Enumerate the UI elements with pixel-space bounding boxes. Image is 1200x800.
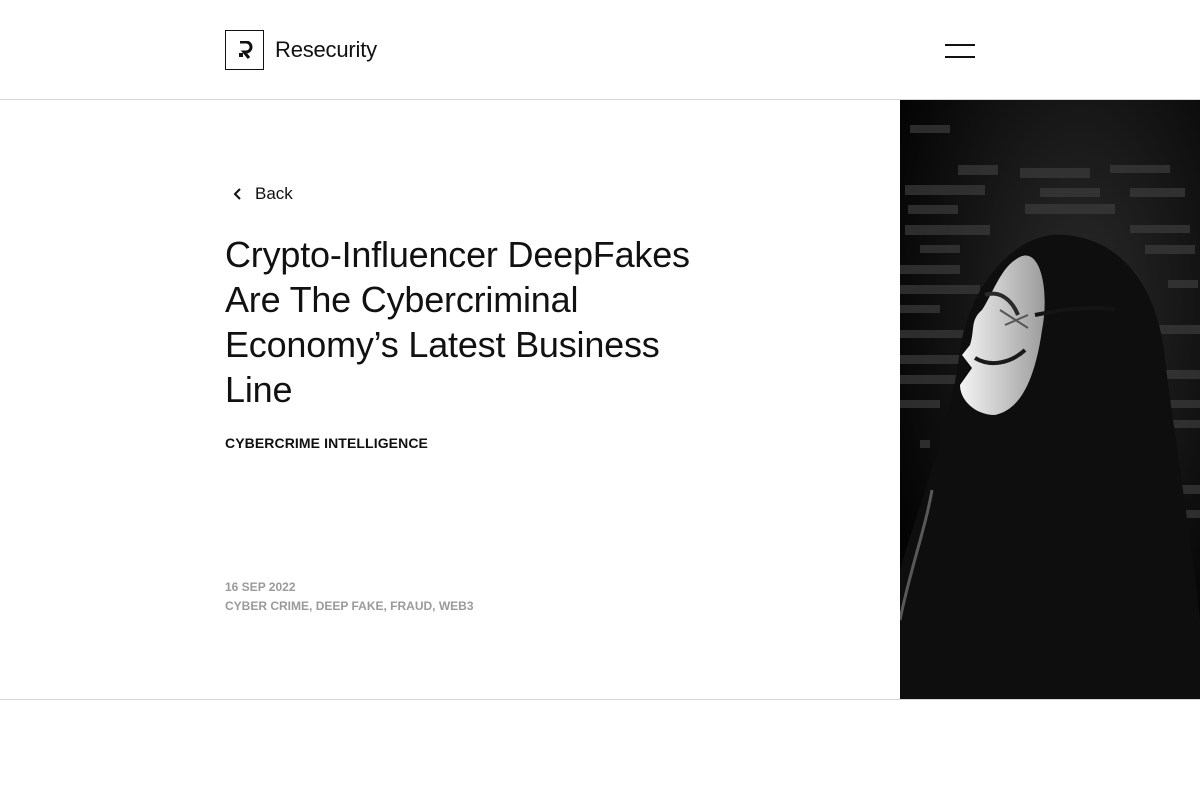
hooded-figure-with-mask-image — [900, 100, 1200, 699]
tag-list: CYBER CRIME, DEEP FAKE, FRAUD, WEB3 — [225, 599, 474, 613]
tag-separator: , — [309, 599, 316, 613]
article-date: 16 SEP 2022 — [225, 580, 296, 594]
back-label: Back — [255, 184, 293, 203]
tag-link[interactable]: CYBER CRIME — [225, 599, 309, 613]
back-link[interactable]: Back — [225, 184, 293, 204]
resecurity-logo-icon — [238, 41, 252, 59]
article-hero: Back Crypto-Influencer DeepFakes Are The… — [0, 100, 1200, 700]
logo-link[interactable]: Resecurity — [225, 30, 377, 70]
logo-text: Resecurity — [275, 37, 377, 62]
article-title: Crypto-Influencer DeepFakes Are The Cybe… — [225, 234, 690, 410]
tag-separator: , — [432, 599, 439, 613]
site-header: Resecurity — [0, 0, 1200, 100]
tag-link[interactable]: WEB3 — [439, 599, 474, 613]
tag-link[interactable]: DEEP FAKE — [316, 599, 384, 613]
tag-link[interactable]: FRAUD — [390, 599, 432, 613]
menu-line-bottom — [945, 56, 975, 58]
logo-mark — [225, 30, 264, 70]
hero-illustration — [900, 100, 1200, 699]
chevron-left-icon — [225, 184, 249, 204]
hamburger-menu-icon[interactable] — [945, 44, 975, 60]
menu-line-top — [945, 44, 975, 46]
category-link[interactable]: CYBERCRIME INTELLIGENCE — [225, 435, 428, 451]
